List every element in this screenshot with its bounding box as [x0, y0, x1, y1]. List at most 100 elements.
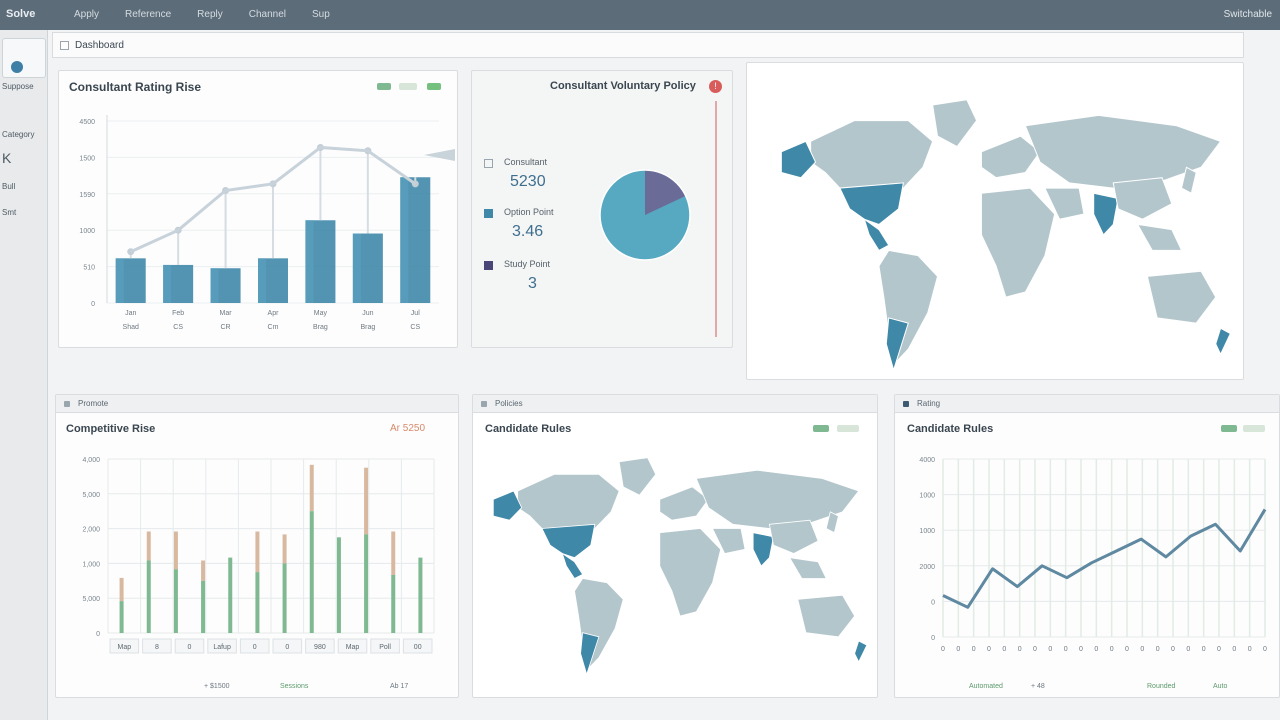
card-title: Consultant Voluntary Policy [550, 80, 696, 92]
region-india[interactable] [1093, 192, 1119, 236]
top-nav-bar: Solve Apply Reference Reply Channel Sup … [0, 0, 1280, 30]
footer-link[interactable]: Automated [969, 683, 1003, 690]
alert-icon[interactable]: ! [709, 80, 722, 93]
stat-swatch [484, 261, 493, 270]
bar-highlight [210, 268, 219, 303]
footer-link[interactable]: Rounded [1147, 683, 1175, 690]
nav-item-channel[interactable]: Channel [249, 9, 286, 20]
bar-highlight [258, 258, 266, 303]
bar-green [309, 511, 314, 633]
stat-value: 3.46 [512, 223, 544, 240]
x-tick-label: 0 [941, 646, 945, 653]
y-tick-label: 5,000 [82, 596, 100, 603]
region-europe[interactable] [659, 486, 710, 521]
world-map[interactable] [747, 63, 1245, 381]
x-tick-label: Jun [362, 310, 373, 317]
sidebar-item-bull[interactable]: Bull [2, 182, 15, 191]
bar-green [418, 557, 423, 633]
x-tick-label: 0 [1033, 646, 1037, 653]
nav-item-reference[interactable]: Reference [125, 9, 171, 20]
policy-pie-chart [599, 169, 691, 261]
rating-rise-card: Consultant Rating Rise 0 510 1000 1590 1500 4… [58, 70, 458, 348]
sidebar-home-button[interactable] [2, 38, 46, 78]
x-tick-label: 0 [1110, 646, 1114, 653]
region-new-zealand[interactable] [854, 640, 868, 663]
region-usa[interactable] [541, 523, 596, 559]
bar-green [255, 572, 260, 633]
region-new-zealand[interactable] [1215, 327, 1232, 356]
nav-item-sup[interactable]: Sup [312, 9, 330, 20]
nav-item-reply[interactable]: Reply [197, 9, 223, 20]
series-line [942, 508, 1267, 609]
region-australia[interactable] [1146, 270, 1217, 324]
x-tick-label: 980 [314, 644, 326, 651]
region-africa[interactable] [659, 528, 722, 617]
bar-green [173, 569, 178, 633]
bar-tan [255, 531, 260, 573]
bar-tan [201, 560, 206, 581]
nav-item-apply[interactable]: Apply [74, 9, 99, 20]
x-tick-sublabel: CS [173, 324, 183, 331]
bar-green [391, 575, 396, 633]
x-tick-label: 0 [1171, 646, 1175, 653]
footer-link[interactable]: Auto [1213, 683, 1227, 690]
region-india[interactable] [752, 532, 774, 567]
y-tick-label: 4000 [919, 457, 935, 464]
y-tick-label: 4,000 [82, 457, 100, 464]
y-tick-label: 1590 [79, 192, 95, 199]
x-tick-sublabel: Cm [268, 324, 279, 331]
x-tick-label: 0 [1140, 646, 1144, 653]
card-title: Candidate Rules [485, 423, 572, 435]
x-tick-label: 0 [1048, 646, 1052, 653]
card-header: Policies [473, 395, 877, 413]
user-menu[interactable]: Switchable [1224, 9, 1272, 20]
region-greenland[interactable] [618, 457, 657, 496]
page-title: Dashboard [75, 40, 124, 51]
app-logo[interactable]: Solve [6, 8, 35, 20]
x-tick-label: 0 [1094, 646, 1098, 653]
bar-green [228, 557, 233, 633]
bar-tan [119, 577, 124, 602]
candidate-rules-chart: 0020001000100040000 0 0 0 0 0 0 0 0 0 0 0 0 0 0 0 0 0 0 0 0 0 [919, 457, 1267, 653]
footer-link[interactable]: Sessions [280, 683, 308, 690]
x-tick-label: 0 [1079, 646, 1083, 653]
x-tick-label: Jan [125, 310, 136, 317]
x-tick-label: 00 [414, 644, 422, 651]
bar-green [336, 537, 341, 633]
footer-text: + $1500 [204, 683, 230, 690]
bar-highlight [163, 264, 172, 303]
bar-highlight [400, 177, 409, 303]
sidebar-item-category[interactable]: Category [2, 130, 34, 139]
y-tick-label: 4500 [79, 119, 95, 126]
region-se-asia[interactable] [1136, 223, 1183, 251]
y-tick-label: 1,000 [82, 561, 100, 568]
candidate-world-map[interactable] [473, 441, 879, 691]
region-australia[interactable] [797, 594, 856, 638]
x-tick-label: 0 [285, 644, 289, 651]
x-tick-sublabel: CS [410, 324, 420, 331]
map-layer [492, 457, 868, 676]
region-se-asia[interactable] [788, 557, 827, 579]
region-usa[interactable] [839, 182, 904, 226]
x-tick-label: 0 [1217, 646, 1221, 653]
region-greenland[interactable] [932, 99, 978, 148]
sidebar-item-suppose[interactable]: Suppose [2, 82, 34, 91]
y-tick-label: 5,000 [82, 492, 100, 499]
region-europe[interactable] [980, 135, 1041, 179]
candidate-map-card: Policies Candidate Rules [472, 394, 878, 698]
region-china[interactable] [1112, 177, 1173, 220]
region-china[interactable] [768, 519, 819, 554]
y-tick-label: 2,000 [82, 527, 100, 534]
legend-swatch-light[interactable] [837, 425, 859, 432]
sidebar-item-smt[interactable]: Smt [2, 208, 16, 217]
dashboard-toolbar: Dashboard [52, 32, 1244, 58]
world-map-card [746, 62, 1244, 380]
select-all-checkbox[interactable] [60, 41, 69, 50]
x-tick-sublabel: CR [221, 324, 231, 331]
x-tick-label: Apr [268, 310, 280, 317]
sidebar-item-k[interactable]: K [2, 150, 11, 166]
legend-swatch-green[interactable] [813, 425, 829, 432]
bar-highlight [305, 220, 314, 303]
x-tick-label: 0 [987, 646, 991, 653]
region-africa[interactable] [980, 187, 1056, 298]
